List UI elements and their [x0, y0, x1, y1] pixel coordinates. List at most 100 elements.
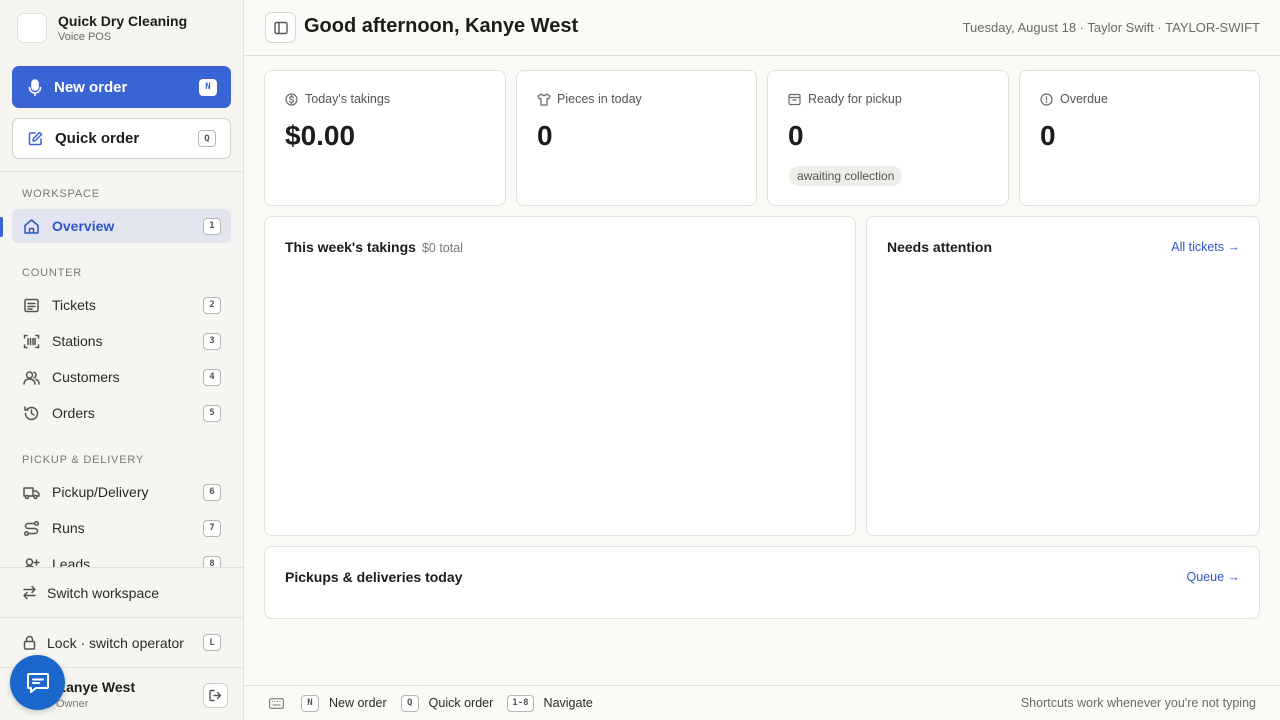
sidebar-nav[interactable]: WORKSPACE Overview 1 COUNTER Tickets 2 S… [0, 171, 243, 567]
chat-button[interactable] [10, 655, 65, 710]
new-order-shortcut: N [199, 78, 217, 96]
sidebar-item-pickup-delivery[interactable]: Pickup/Delivery 6 [12, 475, 231, 509]
brand-name: Quick Dry Cleaning [58, 12, 188, 29]
alert-circle-icon [1040, 92, 1053, 106]
footer-key-label: Navigate [543, 696, 593, 710]
home-icon [23, 218, 40, 235]
pickups-deliveries-panel: Pickups & deliveries today Queue → [264, 546, 1260, 619]
chat-icon [26, 672, 50, 694]
stat-value: $0.00 [285, 120, 356, 151]
panel-subtitle: $0 total [421, 241, 463, 255]
panel-title: Pickups & deliveries today [285, 569, 463, 585]
queue-link[interactable]: Queue → [1186, 570, 1240, 584]
lock-label: Lock · switch operator [47, 634, 184, 651]
footer-hint: Shortcuts work whenever you're not typin… [1020, 696, 1256, 710]
logout-icon [209, 689, 222, 702]
stat-card-takings: Today's takings $0.00 [264, 70, 506, 206]
section-label-pickup: PICKUP & DELIVERY [22, 454, 145, 466]
edit-icon [28, 131, 43, 146]
sidebar-item-label: Orders [52, 405, 95, 421]
panel-title: This week's takings [285, 239, 416, 255]
stat-label-text: Ready for pickup [808, 92, 902, 106]
route-icon [23, 520, 40, 537]
shirt-icon [537, 92, 551, 106]
users-icon [23, 369, 40, 386]
footer-key-label: New order [329, 696, 387, 710]
sidebar-item-runs[interactable]: Runs 7 [12, 511, 231, 545]
sidebar-item-label: Customers [52, 369, 120, 385]
lock-icon [22, 635, 37, 650]
sidebar-item-shortcut: 3 [203, 332, 221, 350]
sidebar-item-label: Leads [52, 556, 91, 567]
stat-card-overdue: Overdue 0 [1019, 70, 1260, 206]
barcode-icon [23, 333, 40, 350]
sidebar-item-shortcut: 1 [203, 217, 221, 235]
sidebar: Quick Dry Cleaning Voice POS New order N… [0, 0, 244, 720]
sidebar-item-shortcut: 5 [203, 404, 221, 422]
sidebar-item-customers[interactable]: Customers 4 [12, 360, 231, 394]
active-indicator [0, 217, 3, 237]
sidebar-toggle-button[interactable] [265, 12, 296, 43]
brand-logo [17, 13, 47, 43]
lock-shortcut: L [203, 634, 221, 651]
truck-icon [23, 484, 40, 501]
footer-shortcut-quick-order: Q Quick order [400, 694, 494, 712]
header: Good afternoon, Kanye West Tuesday, Augu… [244, 0, 1280, 56]
new-order-label: New order [54, 78, 128, 96]
logout-button[interactable] [203, 683, 228, 708]
brand[interactable]: Quick Dry Cleaning Voice POS [0, 0, 243, 56]
sidebar-item-label: Overview [52, 218, 115, 234]
status-badge: awaiting collection [789, 166, 903, 186]
keyboard-icon [269, 697, 284, 709]
panel-title: Needs attention [887, 239, 993, 255]
sidebar-item-label: Runs [52, 520, 85, 536]
sidebar-item-leads[interactable]: Leads 8 [12, 547, 231, 567]
sidebar-item-shortcut: 6 [203, 483, 221, 501]
dollar-circle-icon [285, 92, 298, 106]
needs-attention-panel: Needs attention All tickets → [866, 216, 1260, 536]
stat-card-pieces: Pieces in today 0 [516, 70, 757, 206]
sidebar-item-shortcut: 8 [203, 555, 221, 567]
header-meta: Tuesday, August 18 · Taylor Swift · TAYL… [962, 20, 1260, 35]
inbox-icon [788, 93, 801, 106]
stat-label-text: Pieces in today [557, 92, 642, 106]
footer-key: N [301, 694, 319, 712]
switch-workspace-button[interactable]: Switch workspace [0, 567, 243, 617]
section-label-workspace: WORKSPACE [22, 188, 100, 200]
sidebar-item-label: Pickup/Delivery [52, 484, 149, 500]
receipt-icon [23, 297, 40, 314]
microphone-icon [28, 78, 42, 96]
new-order-button[interactable]: New order N [12, 66, 231, 108]
section-label-counter: COUNTER [22, 267, 82, 279]
shortcuts-footer: N New order Q Quick order 1-8 Navigate S… [244, 685, 1280, 720]
page-title: Good afternoon, Kanye West [304, 15, 579, 37]
stat-label-text: Overdue [1060, 92, 1108, 106]
sidebar-item-shortcut: 7 [203, 519, 221, 537]
swap-icon [22, 585, 37, 600]
history-icon [23, 405, 40, 422]
quick-order-button[interactable]: Quick order Q [12, 118, 231, 159]
stat-value: 0 [788, 120, 804, 151]
sidebar-item-stations[interactable]: Stations 3 [12, 324, 231, 358]
sidebar-item-label: Tickets [52, 297, 96, 313]
sidebar-item-shortcut: 4 [203, 368, 221, 386]
switch-workspace-label: Switch workspace [47, 584, 160, 601]
all-tickets-link[interactable]: All tickets → [1171, 240, 1240, 254]
quick-order-label: Quick order [55, 130, 140, 147]
footer-shortcut-new-order: N New order [301, 694, 387, 712]
footer-key-label: Quick order [428, 696, 494, 710]
weekly-takings-panel: This week's takings $0 total [264, 216, 856, 536]
sidebar-item-orders[interactable]: Orders 5 [12, 396, 231, 430]
user-plus-icon [23, 556, 40, 567]
footer-key: Q [400, 694, 419, 712]
stat-card-ready: Ready for pickup 0 awaiting collection [767, 70, 1009, 206]
sidebar-item-overview[interactable]: Overview 1 [12, 209, 231, 243]
brand-subtitle: Voice POS [58, 30, 112, 43]
user-name: Kanye West [56, 679, 136, 695]
stat-value: 0 [1040, 120, 1056, 151]
sidebar-item-tickets[interactable]: Tickets 2 [12, 288, 231, 322]
quick-order-shortcut: Q [198, 130, 216, 147]
user-role: Owner [56, 698, 89, 710]
footer-shortcut-navigate: 1-8 Navigate [507, 694, 593, 712]
footer-key: 1-8 [507, 694, 534, 712]
